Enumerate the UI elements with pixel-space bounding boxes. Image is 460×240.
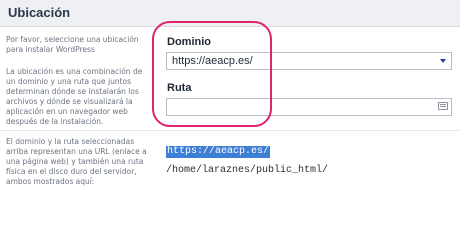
help-text-location: La ubicación es una combinación de un do…	[6, 67, 143, 126]
keyboard-icon[interactable]	[438, 102, 448, 110]
help-text-intro: Por favor, seleccione una ubicación para…	[6, 35, 139, 54]
divider	[0, 130, 460, 131]
result-server-path: /home/laraznes/public_html/	[166, 165, 329, 176]
section-title: Ubicación	[8, 5, 71, 20]
highlight-annotation	[152, 21, 272, 127]
result-url[interactable]: https://aeacp.es/	[166, 146, 271, 158]
chevron-down-icon[interactable]	[440, 59, 446, 63]
help-text-url: El dominio y la ruta seleccionadas arrib…	[6, 137, 147, 186]
